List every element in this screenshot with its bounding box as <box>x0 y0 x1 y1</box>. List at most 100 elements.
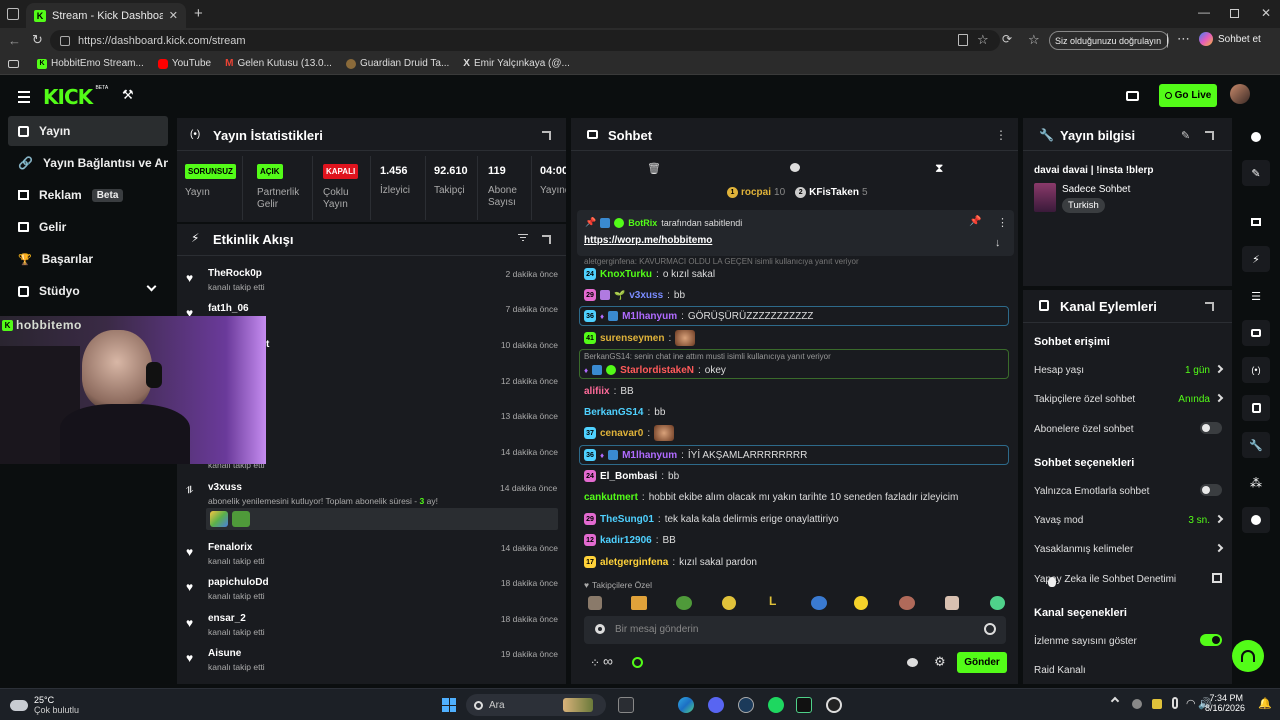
chevron-down-icon[interactable] <box>146 281 157 292</box>
chat-username[interactable]: KnoxTurku <box>600 269 652 280</box>
slow-mode-setting[interactable]: Yavaş mod 3 sn. <box>1034 513 1224 527</box>
user-avatar[interactable] <box>1230 84 1250 104</box>
chat-input[interactable]: Bir mesaj gönderin <box>584 616 1006 644</box>
sidebar-item-achievements[interactable]: 🏆 Başarılar <box>8 244 168 274</box>
bolt-rail-icon[interactable]: ⚡ <box>1242 246 1270 272</box>
emote-only-toggle[interactable] <box>1200 484 1222 496</box>
send-button[interactable]: Gönder <box>957 652 1007 673</box>
terminal-icon[interactable] <box>796 697 812 713</box>
chat-username[interactable]: BerkanGS14 <box>584 407 643 418</box>
chat-username[interactable]: alifiix <box>584 386 610 397</box>
bookmark-item[interactable]: K HobbitEmo Stream... <box>37 58 144 69</box>
back-icon[interactable]: ← <box>8 33 21 48</box>
emote-button[interactable] <box>631 596 647 610</box>
hamburger-menu-icon[interactable] <box>18 91 30 103</box>
studio-icon[interactable] <box>1126 91 1139 101</box>
popout-icon[interactable] <box>1205 302 1214 311</box>
support-chat-button[interactable] <box>1232 640 1264 672</box>
chat-username[interactable]: M1lhanyum <box>622 450 677 461</box>
more-menu-icon[interactable]: ⋯ <box>1177 31 1190 47</box>
actions-rail-icon[interactable] <box>1242 395 1270 421</box>
emote-button[interactable] <box>854 596 868 610</box>
favorite-star-icon[interactable]: ☆ <box>977 32 989 48</box>
window-restore-icon[interactable] <box>1230 9 1239 18</box>
edge-icon[interactable] <box>678 697 694 713</box>
bookmark-item[interactable]: YouTube <box>157 58 211 69</box>
emote-button[interactable] <box>811 596 827 610</box>
reader-icon[interactable] <box>958 34 968 46</box>
kick-logo[interactable]: KICK BETA <box>43 85 108 109</box>
clock[interactable]: 7:34 PM 8/16/2026 <box>1205 693 1245 713</box>
popout-icon[interactable] <box>542 131 551 140</box>
new-tab-icon[interactable]: + <box>194 5 203 22</box>
chat-settings-bubble-icon[interactable] <box>907 658 918 667</box>
pin-icon[interactable]: ⚒ <box>122 87 134 103</box>
verify-identity-button[interactable]: Siz olduğunuzu doğrulayın <box>1049 31 1169 50</box>
steam-icon[interactable] <box>738 697 754 713</box>
window-close-icon[interactable]: ✕ <box>1261 6 1271 20</box>
emoji-picker-icon[interactable] <box>984 623 996 635</box>
popout-icon[interactable] <box>1205 131 1214 140</box>
weather-widget[interactable]: 25°C Çok bulutlu <box>10 695 79 715</box>
show-viewers-toggle[interactable] <box>1200 634 1222 646</box>
gear-icon[interactable]: ⚙ <box>934 654 946 670</box>
chat-username[interactable]: El_Bombasi <box>600 471 657 482</box>
trash-icon[interactable]: 🗑 <box>647 162 661 175</box>
ai-moderation-setting[interactable]: Yapay Zeka ile Sohbet Denetimi <box>1034 572 1222 586</box>
microphone-icon[interactable] <box>1172 697 1178 709</box>
discord-icon[interactable] <box>708 697 724 713</box>
wrench-rail-icon[interactable]: 🔧 <box>1242 432 1270 458</box>
notification-bell-icon[interactable]: 🔔 <box>1258 697 1272 710</box>
sidebar-item-ads[interactable]: Reklam Beta <box>8 180 168 210</box>
pinned-menu-icon[interactable]: ⋮ <box>997 216 1008 229</box>
spotify-icon[interactable] <box>768 697 784 713</box>
layout-icon[interactable] <box>1242 209 1270 235</box>
info-icon[interactable] <box>1242 124 1270 150</box>
filter-icon[interactable] <box>518 234 528 241</box>
chat-menu-icon[interactable]: ⋮ <box>995 128 1007 142</box>
list-icon[interactable]: ☰ <box>1242 283 1270 309</box>
raid-channel-setting[interactable]: Raid Kanalı <box>1034 663 1222 677</box>
edit-rail-icon[interactable]: ✎ <box>1242 160 1270 186</box>
start-windows-icon[interactable] <box>442 698 456 712</box>
emote-button[interactable] <box>990 596 1005 610</box>
tray-chevron-icon[interactable] <box>1110 696 1120 706</box>
sidebar-item-stream-key[interactable]: 🔗 Yayın Bağlantısı ve Anahtarı <box>8 148 168 178</box>
taskbar-search[interactable]: Ara <box>466 694 606 716</box>
share-icon[interactable]: ⁂ <box>1242 470 1270 496</box>
category-name[interactable]: Sadece Sohbet <box>1062 184 1130 195</box>
chat-username[interactable]: cankutmert <box>584 492 638 503</box>
bookmark-item[interactable]: X Emir Yalçınkaya (@... <box>463 58 570 69</box>
broadcast-rail-icon[interactable]: (•) <box>1242 357 1270 383</box>
bookmark-item[interactable]: Guardian Druid Ta... <box>345 58 449 69</box>
gift-rail-icon[interactable] <box>1242 507 1270 533</box>
pinned-link[interactable]: https://worp.me/hobbitemo <box>584 235 712 246</box>
url-field[interactable]: https://dashboard.kick.com/stream <box>50 30 1000 51</box>
extensions-icon[interactable]: ⟳ <box>1002 32 1012 46</box>
chat-username[interactable]: StarlordistakeN <box>620 365 694 376</box>
banned-words-setting[interactable]: Yasaklanmış kelimeler <box>1034 542 1224 556</box>
obs-icon[interactable] <box>826 697 842 713</box>
wifi-icon[interactable]: ◠ <box>1186 697 1196 710</box>
tray-icon[interactable] <box>1132 699 1142 709</box>
sidebar-item-studio[interactable]: Stüdyo <box>8 276 168 306</box>
tab-actions-icon[interactable] <box>7 8 19 20</box>
kick-coin-icon[interactable] <box>632 657 643 668</box>
window-minimize-icon[interactable]: — <box>1198 5 1210 19</box>
go-live-button[interactable]: Go Live <box>1159 84 1217 107</box>
edit-icon[interactable]: ✎ <box>1181 129 1190 142</box>
emote-button[interactable] <box>722 596 736 610</box>
browser-tab-active[interactable]: K Stream - Kick Dashboard ✕ <box>26 3 186 28</box>
tray-icon[interactable] <box>1152 699 1162 709</box>
attach-icon[interactable] <box>595 624 605 634</box>
points-icon[interactable]: ⁘ <box>590 656 600 670</box>
refresh-icon[interactable]: ↻ <box>32 32 43 48</box>
account-age-setting[interactable]: Hesap yaşı 1 gün <box>1034 363 1224 377</box>
chat-username[interactable]: aletgerginfena <box>600 557 668 568</box>
chat-rail-icon[interactable] <box>1242 320 1270 346</box>
emote-button[interactable] <box>899 596 915 610</box>
chat-username[interactable]: TheSung01 <box>600 514 654 525</box>
followers-only-setting[interactable]: Takipçilere özel sohbet Anında <box>1034 392 1224 406</box>
unpin-icon[interactable]: 📌 <box>969 216 981 227</box>
chat-username[interactable]: kadir12906 <box>600 535 652 546</box>
